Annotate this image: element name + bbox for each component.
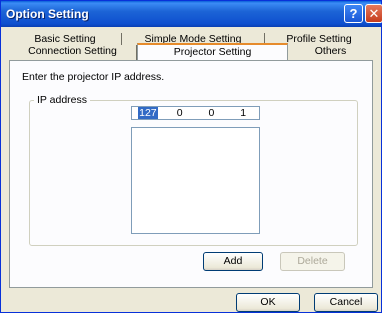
ip-address-group-label: IP address [34, 95, 91, 106]
ip-octet-4[interactable]: 1 [227, 107, 259, 119]
ok-button[interactable]: OK [236, 293, 300, 312]
ip-octet-3[interactable]: 0 [196, 107, 228, 119]
ip-prompt-text: Enter the projector IP address. [22, 71, 165, 83]
ip-address-input[interactable]: 127 0 0 1 [131, 106, 260, 120]
tab-others[interactable]: Others [288, 45, 373, 60]
ip-address-list[interactable] [131, 127, 260, 234]
ip-octet-1[interactable]: 127 [132, 107, 164, 119]
delete-button[interactable]: Delete [280, 252, 345, 271]
close-icon: ✕ [368, 6, 380, 21]
title-bar[interactable]: Option Setting ? ✕ [1, 1, 382, 27]
tab-projector-setting[interactable]: Projector Setting [137, 43, 288, 60]
close-button[interactable]: ✕ [365, 4, 382, 23]
ip-octet-2[interactable]: 0 [164, 107, 196, 119]
tab-row-front: Connection Setting Projector Setting Oth… [9, 43, 373, 60]
help-icon: ? [349, 6, 358, 21]
add-button[interactable]: Add [203, 252, 263, 271]
help-button[interactable]: ? [344, 4, 363, 23]
tab-connection-setting[interactable]: Connection Setting [9, 45, 137, 60]
window-title: Option Setting [6, 7, 89, 21]
cancel-button[interactable]: Cancel [314, 293, 378, 312]
tab-basic-setting[interactable]: Basic Setting [9, 33, 122, 45]
